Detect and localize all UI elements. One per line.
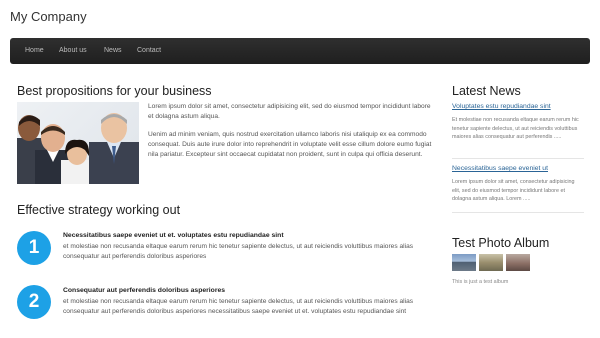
brand-title[interactable]: My Company [10, 9, 87, 24]
step-2-title: Consequatur aut perferendis doloribus as… [63, 287, 226, 294]
step-2-text: et molestiae non recusanda eltaque earum… [63, 298, 414, 315]
step-1-text: et molestiae non recusanda eltaque earum… [63, 243, 414, 260]
nav-news[interactable]: News [104, 47, 122, 54]
news-item-2-text: Lorem ipsum dolor sit amet, consectetur … [452, 179, 575, 203]
nav-home[interactable]: Home [25, 47, 44, 54]
latest-news-heading: Latest News [452, 84, 521, 98]
news-item-1-text: Et molestiae non recusanda eltaque earum… [452, 117, 579, 141]
step-2-number-badge: 2 [17, 285, 51, 319]
business-team-photo [17, 102, 139, 184]
step-1-title: Necessitatibus saepe eveniet ut et. volu… [63, 232, 284, 239]
propositions-paragraph-2: Uenim ad minim veniam, quis nostrud exer… [148, 131, 432, 158]
photo-album-heading: Test Photo Album [452, 236, 550, 250]
album-thumbnail-2[interactable] [479, 254, 503, 271]
news-divider [452, 158, 584, 159]
nav-contact[interactable]: Contact [137, 47, 161, 54]
album-caption: This is just a test album [452, 279, 509, 285]
news-item-1-link[interactable]: Voluptates estu repudiandae sint [452, 103, 551, 110]
album-thumbnail-1[interactable] [452, 254, 476, 271]
propositions-heading: Best propositions for your business [17, 84, 212, 98]
strategy-heading: Effective strategy working out [17, 203, 181, 217]
album-thumbnail-3[interactable] [506, 254, 530, 271]
news-divider [452, 212, 584, 213]
step-1-number-badge: 1 [17, 231, 51, 265]
nav-about-us[interactable]: About us [59, 47, 87, 54]
propositions-paragraph-1: Lorem ipsum dolor sit amet, consectetur … [148, 103, 431, 120]
news-item-2-link[interactable]: Necessitatibus saepe eveniet ut [452, 165, 548, 172]
main-navbar: Home About us News Contact [10, 38, 590, 64]
